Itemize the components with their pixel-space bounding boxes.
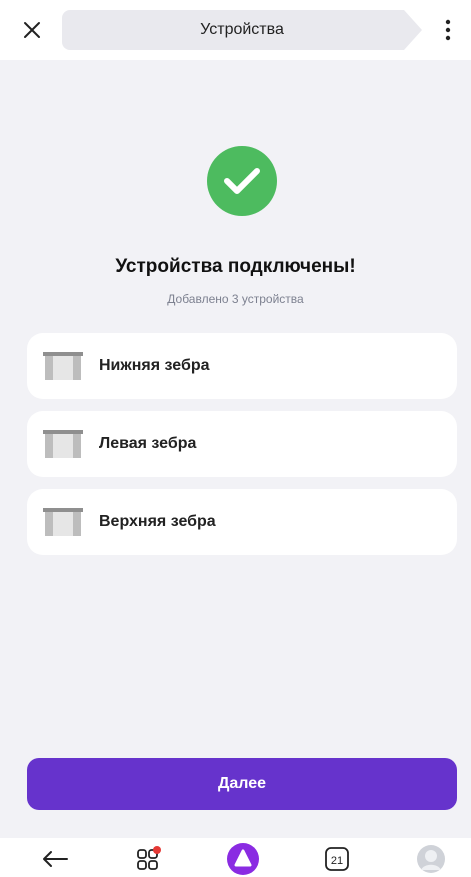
- next-button[interactable]: Далее: [27, 758, 457, 810]
- checkmark-icon: [224, 168, 260, 194]
- calendar-day: 21: [331, 855, 343, 867]
- nav-calendar-button[interactable]: 21: [320, 842, 354, 876]
- page-title: Устройства: [200, 21, 284, 38]
- device-label: Левая зебра: [99, 435, 197, 452]
- profile-icon: [417, 845, 445, 873]
- device-item[interactable]: Левая зебра: [27, 411, 457, 477]
- status-heading: Устройства подключены!: [115, 256, 356, 277]
- calendar-icon: 21: [325, 847, 349, 871]
- back-arrow-icon: [43, 851, 68, 867]
- curtain-icon: [43, 430, 83, 458]
- title-breadcrumb: Устройства: [62, 10, 422, 50]
- next-button-label: Далее: [217, 775, 267, 792]
- device-label: Нижняя зебра: [99, 357, 210, 374]
- close-button[interactable]: [18, 16, 46, 44]
- nav-alice-button[interactable]: [226, 842, 260, 876]
- nav-back-button[interactable]: [38, 842, 72, 876]
- top-bar: Устройства: [0, 0, 471, 60]
- nav-services-button[interactable]: [132, 842, 166, 876]
- curtain-icon: [43, 508, 83, 536]
- success-indicator: [207, 146, 277, 216]
- status-subheading: Добавлено 3 устройства: [167, 292, 304, 306]
- more-vertical-icon: [445, 19, 451, 41]
- close-icon: [24, 22, 40, 38]
- services-grid-icon: [137, 846, 161, 870]
- curtain-icon: [43, 352, 83, 380]
- device-item[interactable]: Нижняя зебра: [27, 333, 457, 399]
- more-button[interactable]: [436, 16, 460, 44]
- nav-profile-button[interactable]: [414, 842, 448, 876]
- bottom-nav: 21: [0, 838, 471, 877]
- alice-icon: [227, 843, 259, 875]
- device-item[interactable]: Верхняя зебра: [27, 489, 457, 555]
- device-label: Верхняя зебра: [99, 513, 216, 530]
